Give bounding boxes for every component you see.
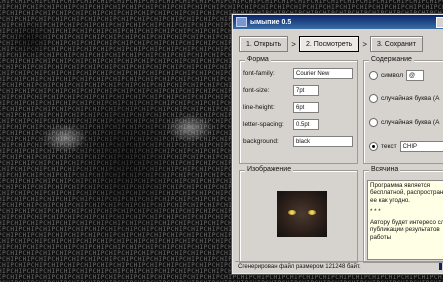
radio-symbol[interactable]: символ @: [369, 70, 424, 81]
step-open-button[interactable]: 1. Открыть: [239, 36, 289, 52]
field-label: font-family:: [243, 70, 275, 77]
radio-icon[interactable]: [369, 118, 378, 127]
radio-label: символ: [381, 72, 403, 79]
image-group: Изображение: [239, 166, 358, 263]
image-thumbnail[interactable]: [277, 191, 327, 237]
misc-group-title: Всячина: [369, 166, 401, 173]
radio-label: случайная буква (А: [381, 95, 440, 102]
arrow-right-icon: >: [362, 39, 367, 49]
field-row: font-size: 7pt: [243, 85, 319, 96]
step-save-button[interactable]: 3. Сохранит: [370, 36, 423, 52]
radio-icon[interactable]: [369, 71, 378, 80]
radio-label: текст: [381, 143, 397, 150]
arrow-right-icon: >: [291, 39, 296, 49]
letter-spacing-input[interactable]: 0.5pt: [293, 119, 319, 130]
title-bar: ымыпие 0.5: [233, 15, 443, 29]
field-row: line-height: 6pt: [243, 102, 319, 113]
field-label: background:: [243, 138, 279, 145]
form-group: Форма font-family: Courier New font-size…: [239, 56, 358, 164]
font-family-input[interactable]: Courier New: [293, 68, 353, 79]
text-input[interactable]: CHIP: [399, 141, 443, 152]
radio-selected-icon[interactable]: [369, 142, 378, 151]
font-size-input[interactable]: 7pt: [293, 85, 319, 96]
form-group-title: Форма: [245, 56, 271, 63]
window-title: ымыпие 0.5: [250, 18, 292, 26]
status-indicator: [439, 263, 442, 270]
field-label: letter-spacing:: [243, 121, 284, 128]
radio-random-letter-1[interactable]: случайная буква (А: [369, 94, 439, 103]
radio-label: случайная буква (А: [381, 119, 440, 126]
line-height-input[interactable]: 6pt: [293, 102, 319, 113]
field-row: font-family: Courier New: [243, 68, 353, 79]
background-input[interactable]: black: [293, 136, 353, 147]
field-row: background: black: [243, 136, 353, 147]
cat-eye-left: [288, 210, 296, 215]
info-textbox[interactable]: Программа является бесплатной, распростр…: [367, 180, 443, 260]
close-icon[interactable]: [436, 16, 443, 28]
symbol-input[interactable]: @: [406, 70, 424, 81]
content-group: Содержание символ @ случайная буква (А с…: [363, 56, 443, 164]
info-paragraph: Программа является бесплатной, распростр…: [370, 182, 443, 204]
radio-text[interactable]: текст CHIP: [369, 141, 443, 152]
misc-group: Всячина Программа является бесплатной, р…: [363, 166, 443, 263]
field-row: letter-spacing: 0.5pt: [243, 119, 319, 130]
cat-eye-right: [308, 210, 316, 215]
step-navigation: 1. Открыть > 2. Посмотреть > 3. Сохранит: [239, 35, 443, 53]
radio-random-letter-2[interactable]: случайная буква (А: [369, 118, 439, 127]
status-text: Сгенерирован файл размером 121248 байт.: [238, 263, 361, 270]
image-group-title: Изображение: [245, 166, 294, 173]
field-label: line-height:: [243, 104, 275, 111]
app-icon: [236, 17, 247, 27]
step-view-button[interactable]: 2. Посмотреть: [298, 36, 360, 52]
content-group-title: Содержание: [369, 56, 414, 63]
status-bar: Сгенерирован файл размером 121248 байт.: [235, 261, 443, 271]
info-separator: * * *: [370, 207, 381, 215]
info-paragraph: Автору будет интересо случаи публикации …: [370, 219, 443, 241]
radio-icon[interactable]: [369, 94, 378, 103]
field-label: font-size:: [243, 87, 270, 94]
app-window: ымыпие 0.5 1. Открыть > 2. Посмотреть > …: [232, 14, 443, 274]
